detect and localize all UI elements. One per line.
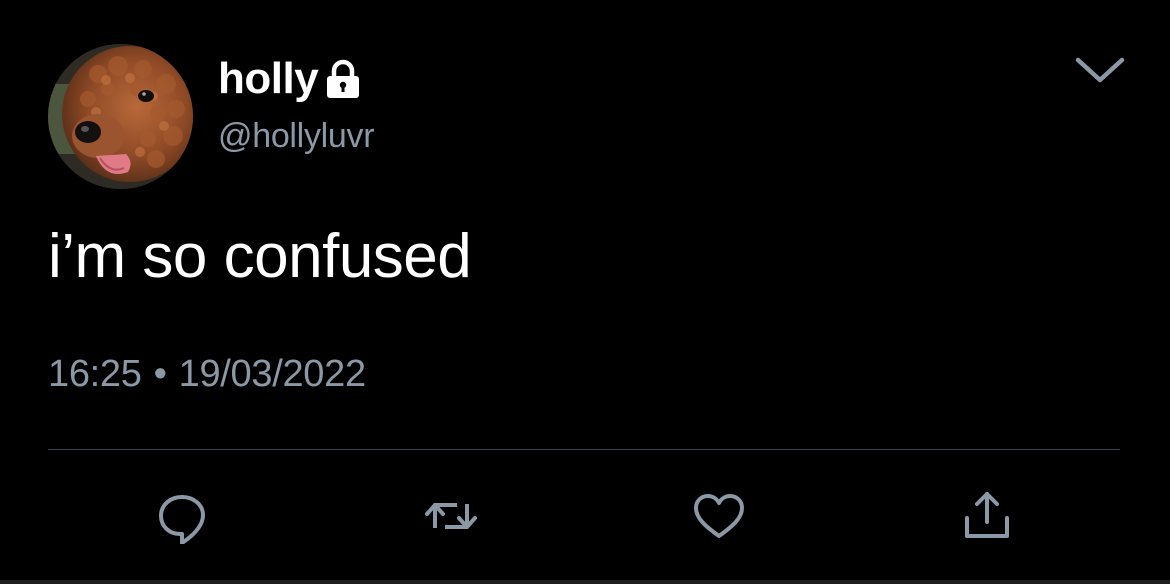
reply-button[interactable] (154, 488, 210, 544)
tweet-text: i’m so confused (48, 222, 472, 291)
display-name-row: holly (218, 52, 362, 106)
lock-icon (324, 59, 362, 104)
share-button[interactable] (959, 488, 1015, 544)
retweet-icon (425, 503, 477, 529)
avatar-dog-image (48, 44, 193, 189)
action-bar (0, 480, 1170, 550)
bottom-border (0, 580, 1170, 584)
avatar[interactable] (48, 44, 193, 189)
like-button[interactable] (691, 488, 747, 544)
chevron-down-icon[interactable] (1072, 50, 1128, 90)
retweet-button[interactable] (423, 488, 479, 544)
reply-icon (159, 495, 205, 544)
tweet-card: holly @hollyluvr i’m so confused 16:25 • 1… (0, 0, 1170, 584)
display-name[interactable]: holly (218, 52, 319, 106)
heart-icon (694, 494, 744, 538)
tweet-date: 19/03/2022 (178, 353, 366, 395)
tweet-timestamp[interactable]: 16:25 • 19/03/2022 (48, 346, 366, 402)
meta-separator: • (153, 353, 167, 395)
user-handle[interactable]: @hollyluvr (218, 114, 375, 158)
divider (48, 449, 1120, 450)
share-icon (965, 492, 1009, 538)
tweet-time: 16:25 (48, 353, 142, 395)
